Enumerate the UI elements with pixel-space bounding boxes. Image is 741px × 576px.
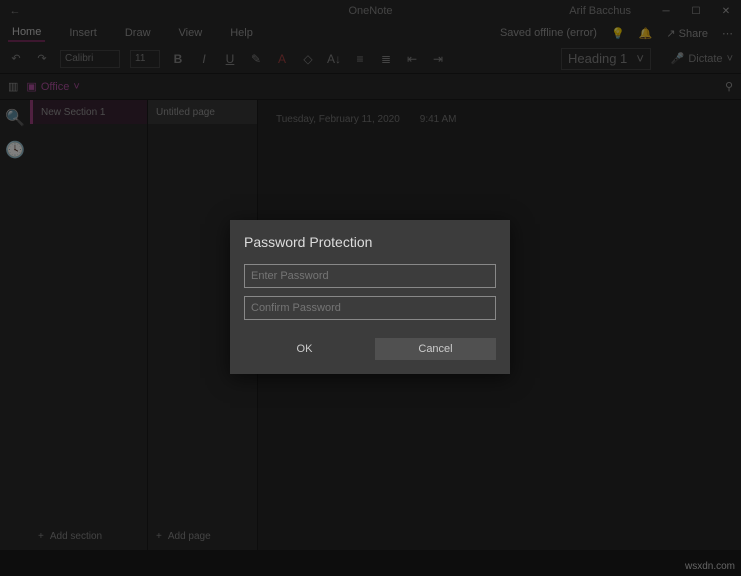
cancel-button[interactable]: Cancel — [375, 338, 496, 360]
ok-button[interactable]: OK — [244, 338, 365, 360]
password-protection-dialog: Password Protection OK Cancel — [230, 220, 510, 374]
confirm-password-input[interactable] — [244, 296, 496, 320]
enter-password-input[interactable] — [244, 264, 496, 288]
watermark: wsxdn.com — [685, 561, 735, 572]
dialog-title: Password Protection — [244, 234, 496, 250]
